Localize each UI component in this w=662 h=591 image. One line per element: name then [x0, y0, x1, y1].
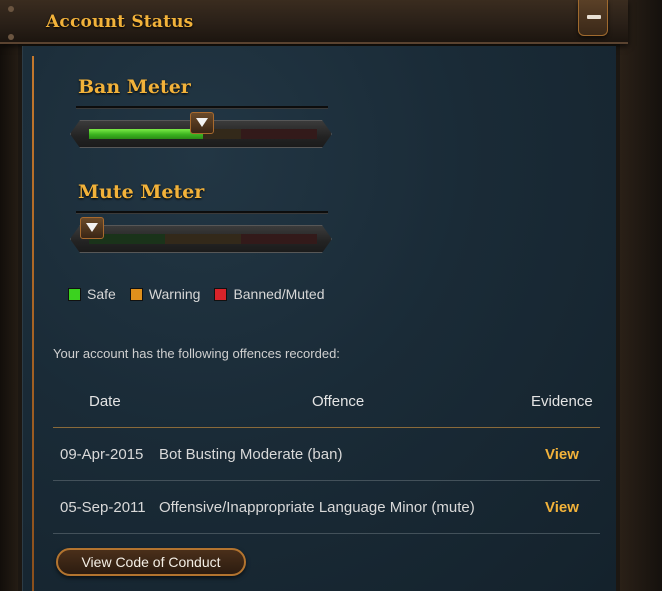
safe-swatch	[68, 287, 81, 301]
warning-swatch	[129, 287, 143, 301]
banned-swatch	[214, 287, 228, 301]
triangle-down-icon	[196, 118, 208, 127]
offence-date: 05-Sep-2011	[60, 499, 146, 516]
row-divider	[53, 480, 600, 481]
column-header-offence: Offence	[312, 393, 365, 410]
column-header-evidence: Evidence	[531, 393, 593, 410]
mute-meter-rule	[76, 211, 328, 214]
minus-icon	[587, 15, 601, 19]
meter-legend: Safe Warning Banned/Muted	[68, 286, 339, 302]
legend-label: Warning	[148, 286, 201, 302]
right-rim	[620, 0, 662, 591]
legend-label: Safe	[87, 286, 116, 302]
column-header-date: Date	[89, 393, 121, 410]
collapse-button[interactable]	[578, 0, 608, 36]
row-divider	[53, 533, 600, 534]
account-status-header: Account Status	[0, 0, 628, 44]
view-code-of-conduct-button[interactable]: View Code of Conduct	[56, 548, 246, 576]
mute-meter	[70, 225, 332, 253]
header-title: Account Status	[46, 12, 194, 32]
legend-warning: Warning	[129, 286, 201, 302]
legend-safe: Safe	[68, 286, 116, 302]
view-evidence-link[interactable]: View	[545, 446, 579, 463]
offence-description: Offensive/Inappropriate Language Minor (…	[159, 499, 475, 516]
legend-label: Banned/Muted	[233, 286, 325, 302]
left-rim	[0, 0, 18, 591]
ban-meter-title: Ban Meter	[78, 76, 191, 98]
triangle-down-icon	[86, 223, 98, 232]
mute-meter-pointer	[80, 217, 104, 239]
ban-meter-fill	[89, 129, 203, 139]
offences-intro-text: Your account has the following offences …	[53, 346, 340, 361]
panel-accent-line	[32, 56, 34, 591]
legend-banned-muted: Banned/Muted	[214, 286, 325, 302]
mute-meter-title: Mute Meter	[78, 181, 205, 203]
view-evidence-link[interactable]: View	[545, 499, 579, 516]
offence-description: Bot Busting Moderate (ban)	[159, 446, 343, 463]
ban-meter-rule	[76, 106, 328, 109]
mute-meter-track	[89, 234, 317, 244]
offence-date: 09-Apr-2015	[60, 446, 144, 463]
ban-meter-pointer	[190, 112, 214, 134]
table-header-divider	[53, 427, 600, 428]
